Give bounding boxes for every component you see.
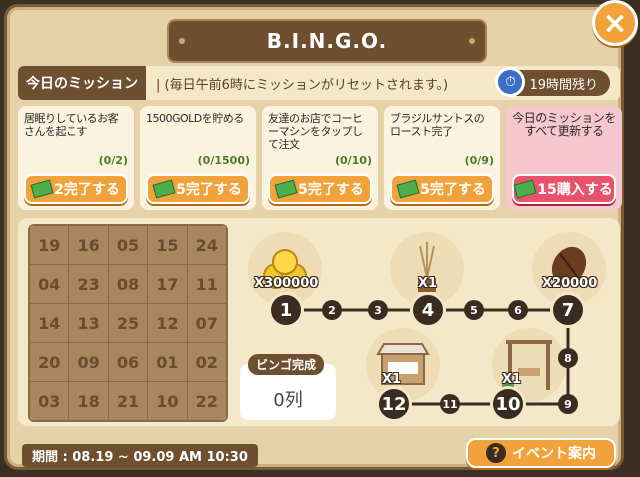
mission-text: ブラジルサントスのロースト完了: [390, 112, 485, 138]
mission-header: 今日のミッション | (毎日午前6時にミッションがリセットされます。) ⏱ 19…: [18, 66, 620, 100]
title-bar: B.I.N.G.O.: [167, 19, 487, 63]
mission-text: 居眠りしているお客さんを起こす: [24, 112, 119, 138]
path-node-small: 5: [464, 300, 484, 320]
mission-progress: (0/2): [98, 154, 128, 167]
path-node-small: 2: [322, 300, 342, 320]
mission-progress: (0/9): [464, 154, 494, 167]
complete-mission-button[interactable]: 5完了する: [268, 174, 372, 204]
event-period: 期間 : 08.19 ~ 09.09 AM 10:30: [22, 444, 258, 467]
timer-text: 19時間残り: [529, 77, 598, 93]
bingo-board-area: 19 16 05 15 24 04 23 08 17 11 14 13 25 1…: [18, 218, 620, 426]
rivet-decoration: [469, 38, 475, 44]
mission-text: 友達のお店でコーヒーマシンをタップして注文: [268, 112, 363, 151]
path-node: 4: [410, 292, 446, 328]
path-node: 10: [490, 386, 526, 422]
question-icon: ?: [486, 443, 506, 463]
path-node-small: 6: [508, 300, 528, 320]
path-node: 12: [376, 386, 412, 422]
mission-card: 居眠りしているお客さんを起こす (0/2) 2完了する: [18, 106, 134, 210]
mission-card: 1500GOLDを貯める (0/1500) 5完了する: [140, 106, 256, 210]
reward-12-quantity: X1: [382, 372, 402, 387]
path-node-small: 11: [440, 394, 460, 414]
page-title: B.I.N.G.O.: [266, 29, 388, 53]
reward-10-quantity: X1: [502, 372, 522, 387]
cash-icon: [30, 179, 54, 199]
mission-text: 1500GOLDを貯める: [146, 112, 244, 125]
button-label: 5完了する: [176, 182, 242, 198]
cash-icon: [274, 179, 298, 199]
reward-1-quantity: X300000: [254, 276, 319, 291]
path-node-small: 3: [368, 300, 388, 320]
stopwatch-icon: ⏱: [495, 67, 526, 97]
purchase-refresh-button[interactable]: 15購入する: [512, 174, 616, 204]
refresh-missions-card: 今日のミッションをすべて更新する 15購入する: [506, 106, 622, 210]
path-node: 1: [268, 292, 304, 328]
mission-reset-note: | (毎日午前6時にミッションがリセットされます。): [156, 77, 449, 93]
event-guide-button[interactable]: ? イベント案内: [466, 438, 616, 468]
rivet-decoration: [179, 38, 185, 44]
cash-icon: [152, 179, 176, 199]
button-label: 2完了する: [54, 182, 120, 198]
mission-card: ブラジルサントスのロースト完了 (0/9) 5完了する: [384, 106, 500, 210]
close-button[interactable]: ×: [592, 0, 638, 46]
complete-mission-button[interactable]: 2完了する: [24, 174, 128, 204]
path-node: 7: [550, 292, 586, 328]
mission-label: 今日のミッション: [18, 66, 146, 100]
mission-card: 友達のお店でコーヒーマシンをタップして注文 (0/10) 5完了する: [262, 106, 378, 210]
mission-cards: 居眠りしているお客さんを起こす (0/2) 2完了する 1500GOLDを貯める…: [18, 106, 622, 210]
button-label: 5完了する: [420, 182, 486, 198]
button-label: 15購入する: [537, 182, 613, 198]
path-node-small: 9: [558, 394, 578, 414]
cash-icon: [513, 179, 537, 199]
remaining-timer: ⏱ 19時間残り: [495, 67, 610, 97]
event-guide-label: イベント案内: [512, 446, 596, 462]
mission-progress: (0/1500): [197, 154, 250, 167]
reward-4-quantity: X1: [418, 276, 438, 291]
mission-text: 今日のミッションをすべて更新する: [512, 112, 616, 138]
complete-mission-button[interactable]: 5完了する: [146, 174, 250, 204]
mission-progress: (0/10): [334, 154, 372, 167]
button-label: 5完了する: [298, 182, 364, 198]
close-icon: ×: [602, 5, 628, 41]
mission-progress: [512, 154, 616, 170]
path-node-small: 8: [558, 348, 578, 368]
cash-icon: [396, 179, 420, 199]
reward-7-quantity: X20000: [542, 276, 598, 291]
complete-mission-button[interactable]: 5完了する: [390, 174, 494, 204]
